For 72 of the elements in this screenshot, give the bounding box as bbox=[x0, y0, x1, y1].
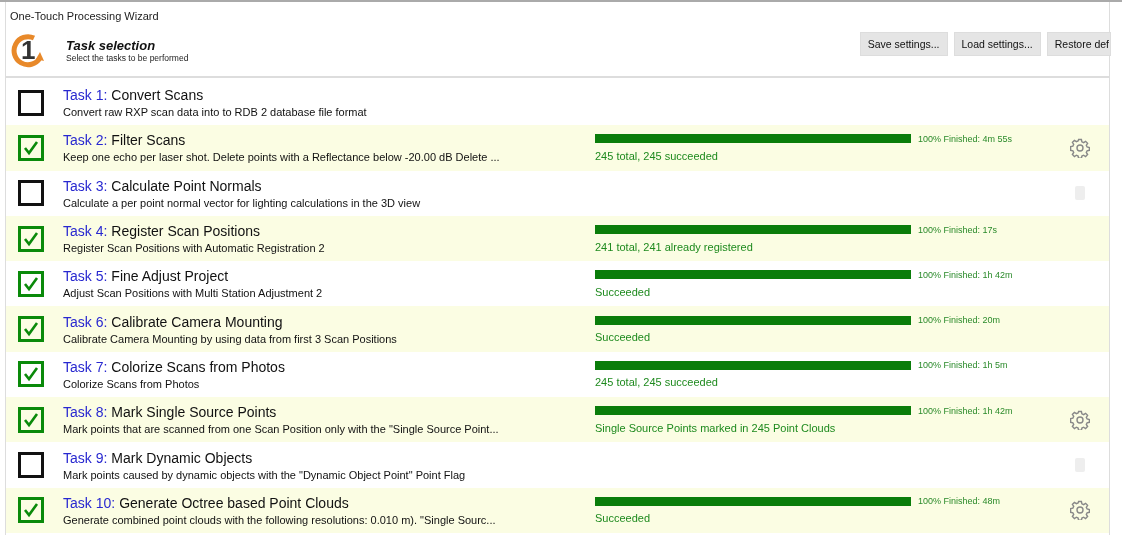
progress-label: 100% Finished: 1h 42m bbox=[918, 405, 1013, 416]
task-number: Task 3: bbox=[63, 177, 108, 194]
progress-label: 100% Finished: 1h 42m bbox=[918, 269, 1013, 280]
checkbox[interactable] bbox=[18, 134, 44, 161]
task-description: Colorize Scans from Photos bbox=[63, 377, 201, 390]
step-subtitle: Select the tasks to be performed bbox=[66, 52, 190, 63]
checkbox[interactable] bbox=[18, 452, 44, 478]
task-name: Filter Scans bbox=[111, 132, 186, 149]
task-name: Mark Dynamic Objects bbox=[111, 449, 253, 466]
checkbox[interactable] bbox=[18, 270, 44, 297]
result-text: Succeeded bbox=[595, 331, 652, 344]
result-text: 245 total, 245 succeeded bbox=[595, 149, 719, 162]
task-name: Mark Single Source Points bbox=[111, 404, 277, 421]
task-name: Convert Scans bbox=[111, 87, 204, 104]
checkmark-icon bbox=[22, 411, 40, 428]
checkmark-icon bbox=[22, 230, 40, 247]
window-title: One-Touch Processing Wizard bbox=[9, 9, 160, 24]
task-name: Fine Adjust Project bbox=[111, 268, 229, 285]
result-text: 245 total, 245 succeeded bbox=[595, 376, 719, 389]
task-description: Keep one echo per laser shot. Delete points with a Reflectance below -20.00 dB Delete ... bbox=[63, 151, 501, 164]
task-description: Mark points that are scanned from one Scan Position only with the "Single Source Point... bbox=[63, 423, 500, 436]
settings-icon[interactable] bbox=[1070, 409, 1090, 430]
task-name: Colorize Scans from Photos bbox=[111, 358, 285, 375]
task-number: Task 6: bbox=[63, 313, 108, 330]
checkmark-icon bbox=[22, 275, 40, 292]
progress-label: 100% Finished: 1h 5m bbox=[918, 360, 1008, 371]
task-number: Task 8: bbox=[63, 404, 108, 421]
checkbox[interactable] bbox=[18, 225, 44, 252]
checkbox[interactable] bbox=[18, 89, 44, 116]
result-text: Single Source Points marked in 245 Point Clouds bbox=[595, 421, 837, 434]
task-number: Task 9: bbox=[63, 449, 108, 466]
result-text: 241 total, 241 already registered bbox=[595, 240, 754, 253]
settings-icon[interactable] bbox=[1070, 137, 1090, 158]
step-number: 1 bbox=[21, 36, 36, 64]
checkbox[interactable] bbox=[18, 316, 44, 343]
checkbox[interactable] bbox=[18, 497, 44, 524]
task-description: Calculate a per point normal vector for lighting calculations in the 3D view bbox=[63, 196, 422, 209]
task-number: Task 5: bbox=[63, 268, 108, 285]
task-number: Task 2: bbox=[63, 132, 108, 149]
task-name: Calibrate Camera Mounting bbox=[111, 313, 283, 330]
task-number: Task 7: bbox=[63, 358, 108, 375]
checkbox[interactable] bbox=[18, 361, 44, 388]
progress-label: 100% Finished: 17s bbox=[918, 224, 998, 235]
task-description: Register Scan Positions with Automatic Registration 2 bbox=[63, 242, 326, 255]
task-description: Generate combined point clouds with the following resolutions: 0.010 m). "Single Sourc... bbox=[63, 513, 497, 526]
checkmark-icon bbox=[22, 366, 40, 383]
task-description: Convert raw RXP scan data into to RDB 2 database file format bbox=[63, 106, 368, 119]
step-title: Task selection bbox=[66, 37, 157, 53]
checkbox[interactable] bbox=[18, 406, 44, 433]
toolbar-button[interactable]: Load settings... bbox=[953, 32, 1041, 56]
task-description: Mark points caused by dynamic objects with the "Dynamic Object Point" Point Flag bbox=[63, 468, 467, 481]
result-text: Succeeded bbox=[595, 285, 652, 298]
checkmark-icon bbox=[22, 321, 40, 338]
task-number: Task 4: bbox=[63, 223, 108, 240]
task-number: Task 10: bbox=[63, 494, 116, 511]
task-description: Calibrate Camera Mounting by using data from first 3 Scan Positions bbox=[63, 332, 398, 345]
settings-icon[interactable] bbox=[1070, 500, 1090, 521]
task-name: Calculate Point Normals bbox=[111, 177, 262, 194]
result-text: Succeeded bbox=[595, 512, 652, 525]
task-description: Adjust Scan Positions with Multi Station Adjustment 2 bbox=[63, 287, 324, 300]
checkbox[interactable] bbox=[18, 180, 44, 207]
progress-label: 100% Finished: 4m 55s bbox=[918, 133, 1013, 144]
toolbar-button[interactable]: Save settings... bbox=[859, 32, 948, 56]
checkmark-icon bbox=[22, 139, 40, 156]
progress-label: 100% Finished: 48m bbox=[918, 496, 1001, 507]
circular-arrow-icon bbox=[10, 32, 46, 68]
progress-label: 100% Finished: 20m bbox=[918, 315, 1001, 326]
task-number: Task 1: bbox=[63, 87, 108, 104]
toolbar-button[interactable]: Restore def bbox=[1046, 32, 1111, 56]
task-name: Register Scan Positions bbox=[111, 223, 260, 240]
task-name: Generate Octree based Point Clouds bbox=[119, 494, 349, 511]
checkmark-icon bbox=[22, 502, 40, 519]
